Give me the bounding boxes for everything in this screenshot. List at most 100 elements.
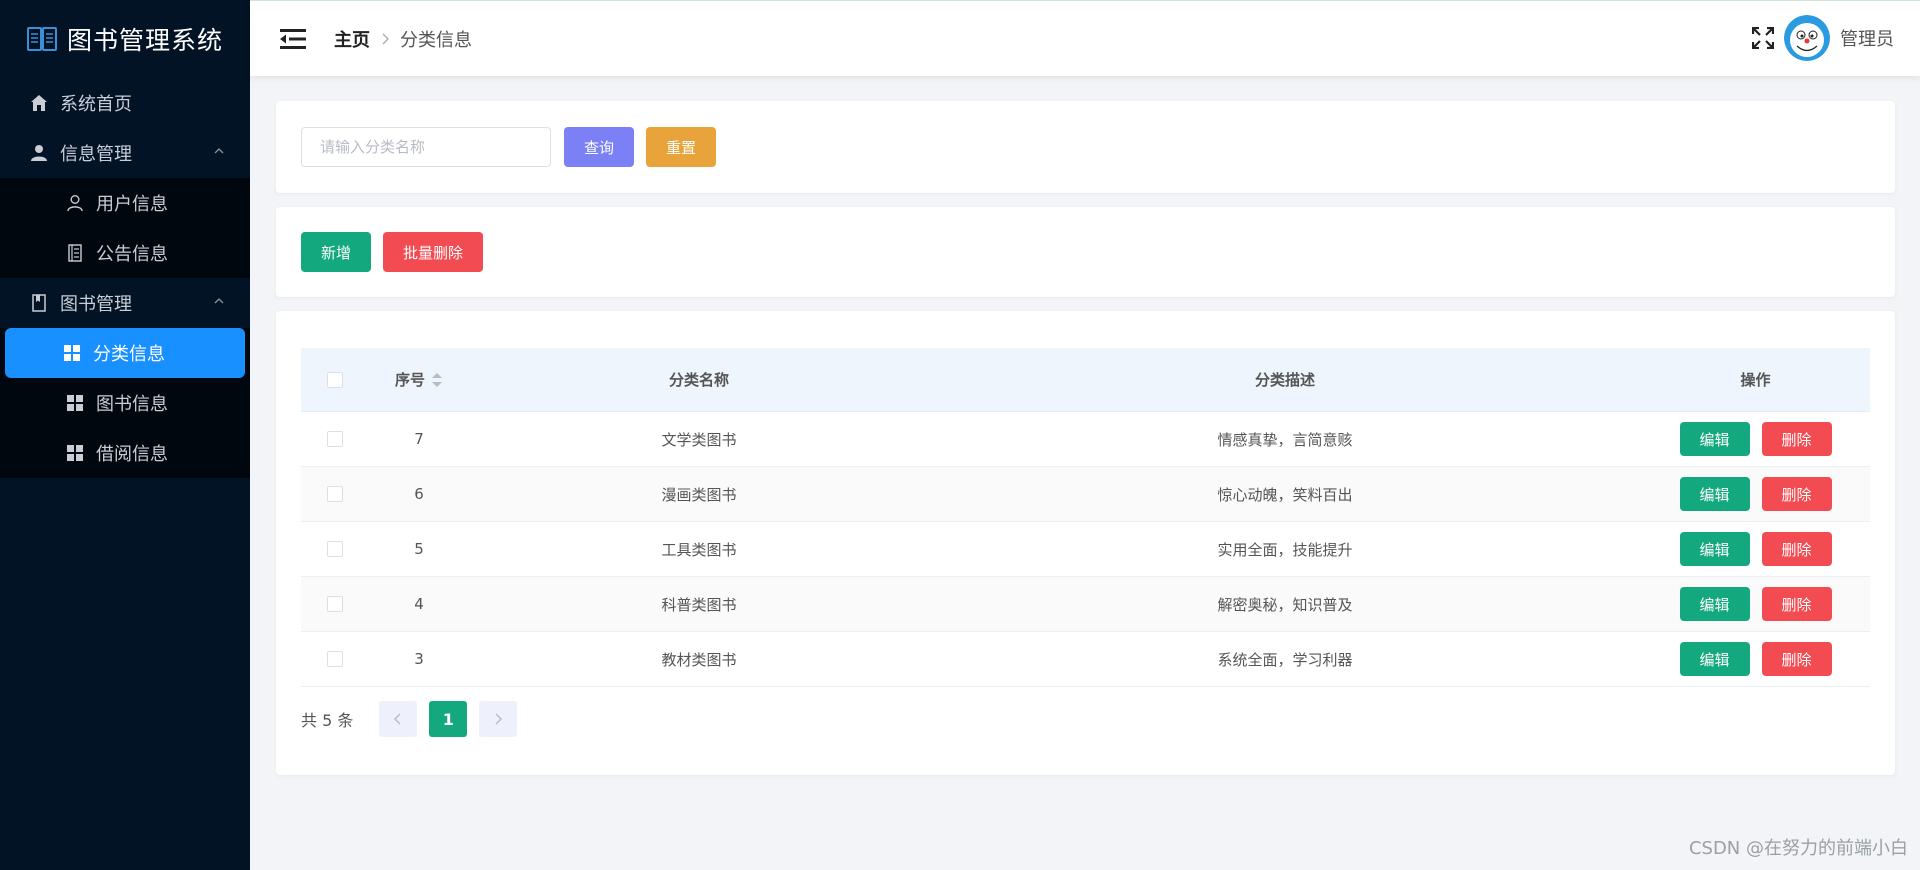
row-checkbox[interactable]	[327, 651, 343, 667]
top-header: 主页 分类信息 管理员	[250, 0, 1920, 76]
sidebar-item-label: 用户信息	[96, 194, 168, 215]
app-title: 图书管理系统	[66, 26, 223, 55]
table-row: 6 漫画类图书 惊心动魄，笑料百出 编辑 删除	[301, 467, 1870, 522]
delete-button[interactable]: 删除	[1761, 477, 1832, 511]
row-check-cell	[301, 486, 369, 502]
cell-op: 编辑 删除	[1641, 422, 1870, 456]
category-name-search-input[interactable]	[301, 127, 551, 167]
cell-name: 科普类图书	[661, 595, 737, 614]
sidebar-item-label: 系统首页	[60, 94, 132, 115]
query-button[interactable]: 查询	[564, 127, 634, 167]
sidebar-item-info-management[interactable]: 信息管理	[0, 128, 250, 178]
cell-op: 编辑 删除	[1641, 587, 1870, 621]
sidebar-item-label: 信息管理	[60, 144, 132, 165]
table-header: 序号 分类名称 分类描述 操作	[301, 348, 1870, 412]
row-checkbox[interactable]	[327, 486, 343, 502]
sidebar-item-notice-info[interactable]: 公告信息	[0, 228, 250, 278]
column-header-op: 操作	[1740, 371, 1771, 389]
sidebar-item-label: 借阅信息	[96, 444, 168, 465]
chevron-up-icon	[214, 298, 224, 304]
cell-name: 漫画类图书	[661, 485, 737, 504]
grid-icon	[64, 442, 86, 464]
admin-name[interactable]: 管理员	[1840, 25, 1894, 51]
chevron-up-icon	[214, 148, 224, 154]
cell-desc: 系统全面，学习利器	[1217, 650, 1353, 669]
edit-button[interactable]: 编辑	[1679, 477, 1750, 511]
fullscreen-icon[interactable]	[1752, 27, 1774, 49]
cell-desc: 解密奥秘，知识普及	[1217, 595, 1353, 614]
toolbar-card: 新增 批量删除	[276, 207, 1895, 297]
row-check-cell	[301, 596, 369, 612]
next-page-button[interactable]	[479, 701, 518, 737]
chevron-left-icon	[394, 713, 401, 725]
document-icon	[64, 242, 86, 264]
column-header-seq[interactable]: 序号	[369, 369, 469, 390]
cell-op: 编辑 删除	[1641, 532, 1870, 566]
batch-delete-button[interactable]: 批量删除	[383, 232, 483, 272]
edit-button[interactable]: 编辑	[1679, 532, 1750, 566]
table-card: 序号 分类名称 分类描述 操作 7 文学类图书 情感真挚，言简意赅 编辑 删除 …	[276, 311, 1895, 775]
row-checkbox[interactable]	[327, 596, 343, 612]
row-check-cell	[301, 651, 369, 667]
cell-desc: 情感真挚，言简意赅	[1217, 430, 1353, 449]
page-number-button[interactable]: 1	[429, 701, 468, 737]
sidebar-item-user-info[interactable]: 用户信息	[0, 178, 250, 228]
sidebar-item-label: 公告信息	[96, 244, 168, 265]
sidebar-item-home[interactable]: 系统首页	[0, 78, 250, 128]
cell-name: 文学类图书	[661, 430, 737, 449]
book-icon	[28, 292, 50, 314]
cell-name: 教材类图书	[661, 650, 737, 669]
watermark: CSDN @在努力的前端小白	[1688, 838, 1908, 859]
table-row: 7 文学类图书 情感真挚，言简意赅 编辑 删除	[301, 412, 1870, 467]
cell-seq: 7	[414, 430, 424, 448]
cell-name: 工具类图书	[661, 540, 737, 559]
home-icon	[28, 92, 50, 114]
table-row: 5 工具类图书 实用全面，技能提升 编辑 删除	[301, 522, 1870, 577]
chevron-right-icon	[495, 713, 503, 725]
cell-op: 编辑 删除	[1641, 477, 1870, 511]
user-outline-icon	[64, 192, 86, 214]
cell-seq: 6	[414, 485, 424, 503]
add-button[interactable]: 新增	[301, 232, 371, 272]
edit-button[interactable]: 编辑	[1679, 422, 1750, 456]
row-checkbox[interactable]	[327, 541, 343, 557]
avatar[interactable]	[1784, 15, 1830, 61]
table-row: 3 教材类图书 系统全面，学习利器 编辑 删除	[301, 632, 1870, 687]
breadcrumb-current: 分类信息	[400, 29, 472, 51]
sidebar-item-category-info[interactable]: 分类信息	[5, 328, 245, 378]
cell-op: 编辑 删除	[1641, 642, 1870, 676]
breadcrumb-home[interactable]: 主页	[334, 26, 370, 52]
prev-page-button[interactable]	[379, 701, 418, 737]
sidebar-item-borrow-info[interactable]: 借阅信息	[0, 428, 250, 478]
sidebar: 图书管理系统 系统首页 信息管理 用户信息 公告信息 图书管理 分类信息 图书信…	[0, 0, 250, 870]
edit-button[interactable]: 编辑	[1679, 587, 1750, 621]
grid-icon	[64, 392, 86, 414]
delete-button[interactable]: 删除	[1761, 532, 1832, 566]
column-header-label: 序号	[394, 371, 425, 389]
search-card: 查询 重置	[276, 101, 1895, 193]
delete-button[interactable]: 删除	[1761, 587, 1832, 621]
sort-icon[interactable]	[431, 371, 443, 389]
sidebar-item-book-management[interactable]: 图书管理	[0, 278, 250, 328]
breadcrumb: 主页 分类信息	[334, 26, 472, 52]
cell-seq: 5	[414, 540, 424, 558]
delete-button[interactable]: 删除	[1761, 422, 1832, 456]
row-check-cell	[301, 431, 369, 447]
sidebar-item-label: 图书管理	[60, 294, 132, 315]
user-icon	[28, 142, 50, 164]
row-checkbox[interactable]	[327, 431, 343, 447]
reset-button[interactable]: 重置	[646, 127, 716, 167]
pagination: 共 5 条 1	[301, 701, 518, 737]
delete-button[interactable]: 删除	[1761, 642, 1832, 676]
column-header-desc: 分类描述	[1254, 371, 1315, 389]
menu-fold-icon[interactable]	[280, 28, 306, 49]
header-check-cell	[301, 371, 369, 388]
chevron-right-icon	[382, 33, 389, 44]
sidebar-item-book-info[interactable]: 图书信息	[0, 378, 250, 428]
edit-button[interactable]: 编辑	[1679, 642, 1750, 676]
app-logo: 图书管理系统	[0, 0, 250, 78]
select-all-checkbox[interactable]	[327, 371, 343, 388]
total-count: 共 5 条	[301, 711, 354, 730]
sidebar-item-label: 分类信息	[93, 344, 165, 365]
grid-icon	[61, 342, 83, 364]
